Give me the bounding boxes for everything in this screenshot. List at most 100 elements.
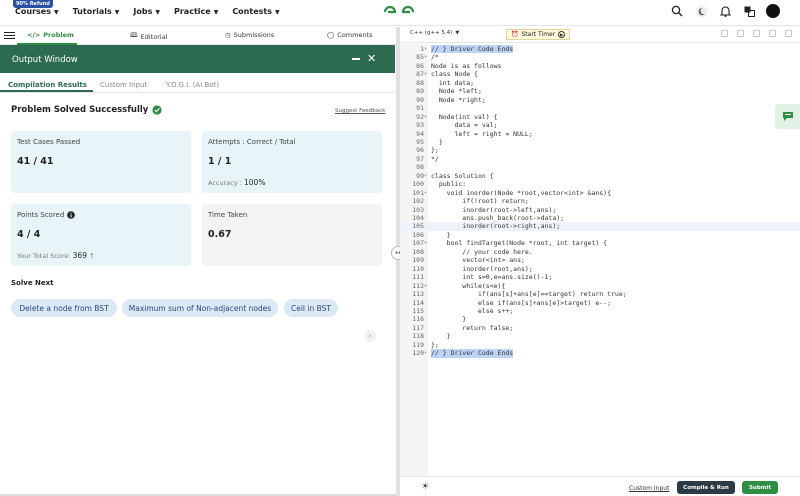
- hamburger-menu-icon[interactable]: [4, 30, 15, 41]
- line-number: 92: [416, 112, 424, 121]
- code-line: 111 int s=0,e=ans.size()-1;: [400, 273, 800, 281]
- tab-comments[interactable]: ◯ Comments: [327, 31, 373, 39]
- line-number: 98: [416, 163, 424, 172]
- lightbulb-icon[interactable]: ☀: [421, 482, 429, 492]
- info-icon[interactable]: [67, 211, 76, 219]
- start-timer-button[interactable]: ⏰ Start Timer ▶: [506, 29, 571, 40]
- chevron-right-icon[interactable]: ›: [364, 330, 376, 342]
- menu-item-label: Courses: [15, 7, 51, 16]
- avatar[interactable]: [766, 4, 780, 18]
- code-line: 119};: [400, 341, 800, 349]
- minimize-icon[interactable]: [352, 58, 360, 60]
- custom-input-link[interactable]: Custom Input: [629, 485, 669, 492]
- line-text: public:: [431, 180, 467, 189]
- compile-run-button[interactable]: Compile & Run: [677, 481, 735, 494]
- line-number: 96: [416, 146, 424, 155]
- accuracy-value: 100%: [244, 178, 266, 187]
- chevron-down-icon: ▼: [155, 9, 160, 16]
- language-select[interactable]: C++ (g++ 5.4) ▼: [410, 30, 459, 36]
- line-number: 97: [416, 154, 424, 163]
- line-text: if(!root) return;: [431, 197, 529, 206]
- attempts-card: Attempts : Correct / Total 1 / 1 Accurac…: [202, 131, 382, 193]
- solve-next-chip[interactable]: Delete a node from BST: [11, 299, 117, 317]
- menu-item-jobs[interactable]: Jobs ▼: [133, 7, 160, 16]
- code-line: 117 return false;: [400, 324, 800, 332]
- code-editor[interactable]: 1 ▾// } Driver Code Ends 85 ▾/* 86 Node is as…: [400, 44, 800, 476]
- line-text: }: [431, 332, 451, 341]
- line-number: 114: [412, 298, 424, 307]
- play-icon: ▶: [558, 31, 566, 38]
- solve-next-chip[interactable]: Ceil in BST: [284, 299, 338, 317]
- fold-arrow-icon[interactable]: ▾: [424, 53, 427, 61]
- time-taken-card: Time Taken 0.67: [202, 204, 382, 266]
- tab-problem[interactable]: </> Problem: [27, 31, 74, 39]
- chat-icon[interactable]: [775, 104, 800, 129]
- code-icon: </>: [27, 31, 41, 39]
- language-label: C++ (g++ 5.4): [410, 30, 453, 36]
- gfg-logo[interactable]: [382, 4, 416, 20]
- line-number: 119: [412, 340, 424, 349]
- code-line: 109 vector<int> ans;: [400, 256, 800, 264]
- editor-toolbar: C++ (g++ 5.4) ▼ ⏰ Start Timer ▶: [400, 27, 800, 43]
- search-icon[interactable]: [670, 4, 684, 18]
- code-line: 92 ▾ Node(int val) {: [400, 113, 800, 121]
- line-number: 99: [416, 171, 424, 180]
- card-value: 1 / 1: [208, 156, 232, 167]
- line-number: 103: [412, 205, 424, 214]
- code-line: 102 if(!root) return;: [400, 197, 800, 205]
- line-number: 86: [416, 61, 424, 70]
- suggest-feedback-link[interactable]: Suggest Feedback: [335, 108, 385, 114]
- code-line: 116 }: [400, 315, 800, 323]
- paste-icon[interactable]: [737, 30, 744, 37]
- translate-icon[interactable]: [742, 4, 756, 18]
- code-line: 105 inorder(root->right,ans);: [400, 222, 800, 231]
- card-value: 4 / 4: [17, 229, 41, 240]
- line-number: 108: [412, 247, 424, 256]
- fold-arrow-icon[interactable]: ▾: [424, 189, 427, 197]
- line-text: return false;: [431, 323, 514, 332]
- fullscreen-icon[interactable]: [785, 30, 792, 37]
- menu-item-practice[interactable]: Practice ▼: [174, 7, 218, 16]
- code-line: 115 else s++;: [400, 307, 800, 315]
- line-number: 85: [416, 53, 424, 62]
- fold-arrow-icon[interactable]: ▾: [424, 282, 427, 290]
- theme-toggle-icon[interactable]: [694, 4, 708, 18]
- copy-icon[interactable]: [721, 30, 728, 37]
- line-number: 93: [416, 121, 424, 130]
- code-line: 113 if(ans[s]+ans[e]==target) return tru…: [400, 290, 800, 298]
- code-line: 90 Node *right;: [400, 96, 800, 104]
- line-text: };: [431, 146, 439, 155]
- menu-item-courses[interactable]: Courses ▼: [15, 7, 59, 16]
- fold-arrow-icon[interactable]: ▾: [424, 113, 427, 121]
- refresh-icon[interactable]: [769, 30, 776, 37]
- code-line: 88 int data;: [400, 79, 800, 87]
- tab-compilation-results[interactable]: Compilation Results: [8, 81, 87, 89]
- tab-editorial[interactable]: 🕮 Editorial: [130, 31, 168, 42]
- tab-custom-input[interactable]: Custom Input: [100, 81, 147, 89]
- menu-item-contests[interactable]: Contests ▼: [232, 7, 279, 16]
- line-number: 89: [416, 87, 424, 96]
- fold-arrow-icon[interactable]: ▾: [424, 70, 427, 78]
- submit-button[interactable]: Submit: [742, 481, 778, 494]
- editor-bottom-bar: ☀ Custom Input Compile & Run Submit: [400, 476, 800, 496]
- chevron-down-icon: ▼: [455, 30, 460, 36]
- fold-arrow-icon[interactable]: ▾: [424, 349, 427, 357]
- solve-next-chip[interactable]: Maximum sum of Non-adjacent nodes: [122, 299, 278, 317]
- settings-icon[interactable]: [753, 30, 760, 37]
- fold-arrow-icon[interactable]: ▾: [424, 239, 427, 247]
- tab-submissions[interactable]: ◷ Submissions: [225, 31, 274, 39]
- line-number: 95: [416, 137, 424, 146]
- code-line: 107 ▾ bool findTarget(Node *root, int tar…: [400, 239, 800, 247]
- bell-icon[interactable]: [718, 4, 732, 18]
- chevron-down-icon: ▼: [213, 9, 219, 16]
- tab-yogi-ai-bot[interactable]: Y.O.G.I. (AI Bot): [166, 81, 219, 89]
- fold-arrow-icon[interactable]: ▾: [424, 172, 427, 180]
- menu-item-tutorials[interactable]: Tutorials ▼: [73, 7, 120, 16]
- code-line: 1 ▾ // } Driver Code Ends: [400, 45, 800, 54]
- line-text: }: [431, 230, 451, 239]
- fold-arrow-icon[interactable]: ▾: [424, 45, 427, 53]
- line-text: inorder(root->left,ans);: [431, 205, 557, 214]
- code-line: 86 Node is as follows: [400, 62, 800, 70]
- close-icon[interactable]: ✕: [367, 52, 376, 65]
- code-line: 106 }: [400, 231, 800, 239]
